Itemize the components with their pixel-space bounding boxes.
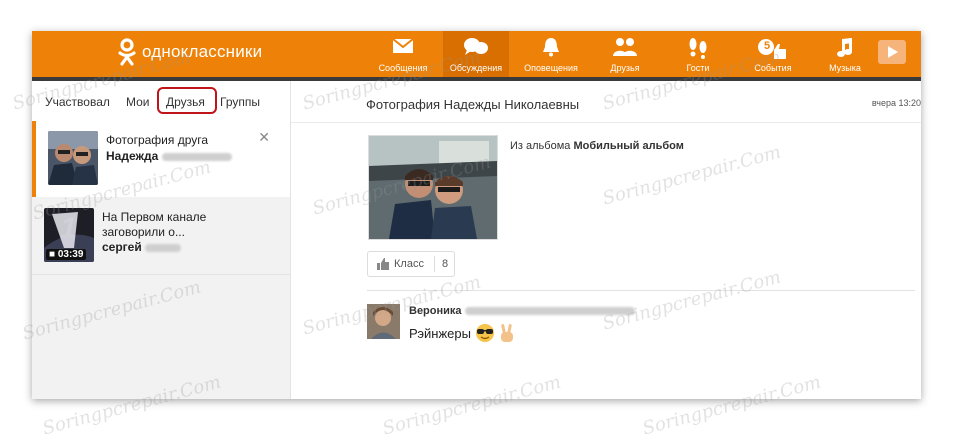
- nav-friends[interactable]: Друзья: [592, 31, 658, 77]
- video-play-icon[interactable]: [878, 40, 906, 64]
- post-timestamp: вчера 13:20: [871, 98, 921, 108]
- comment-text: Рэйнжеры: [409, 323, 515, 343]
- friends-icon: [613, 38, 637, 56]
- discussion-filter-tabs: Участвовал Мои Друзья Группы: [32, 81, 290, 121]
- nav-discussions-label: Обсуждения: [449, 63, 503, 73]
- events-badge: 5: [764, 40, 771, 52]
- nav-notifications-label: Оповещения: [524, 63, 578, 73]
- tab-friends-highlight: [157, 87, 217, 114]
- nav-messages[interactable]: Сообщения: [370, 31, 436, 77]
- nav-messages-label: Сообщения: [378, 63, 428, 73]
- close-icon[interactable]: ✕: [258, 129, 270, 146]
- discussion-title: Фотография друга: [106, 133, 209, 147]
- like-count: 8: [442, 258, 449, 270]
- tab-participated[interactable]: Участвовал: [45, 95, 110, 109]
- discussion-content: Фотография Надежды Николаевны вчера 13:2…: [291, 81, 921, 399]
- chat-bubbles-icon: [464, 38, 488, 55]
- album-info: Из альбома Мобильный альбом: [510, 140, 684, 152]
- tab-groups[interactable]: Группы: [220, 95, 260, 109]
- discussions-sidebar: Участвовал Мои Друзья Группы Фотография …: [32, 81, 291, 399]
- brand-logo[interactable]: одноклассники: [118, 38, 262, 66]
- video-duration: ■ 03:39: [46, 249, 87, 260]
- nav-events-label: События: [754, 63, 792, 73]
- nav-friends-label: Друзья: [610, 63, 640, 73]
- channel-logo: 1: [60, 212, 77, 245]
- brand-name: одноклассники: [142, 42, 263, 61]
- sunglasses-emoji-icon: [475, 324, 494, 342]
- nav-music-label: Музыка: [829, 63, 861, 73]
- nav-guests[interactable]: Гости: [665, 31, 731, 77]
- divider: [434, 256, 435, 272]
- video-thumbnail: 1 ■ 03:39: [44, 208, 94, 262]
- divider: [291, 122, 921, 123]
- nav-events[interactable]: 5 События: [740, 31, 806, 77]
- nav-discussions[interactable]: Обсуждения: [443, 31, 509, 77]
- top-navigation-bar: одноклассники Сообщения Обсуждения Опове…: [32, 31, 921, 77]
- thumb-up-icon: [377, 258, 389, 270]
- album-link[interactable]: Мобильный альбом: [573, 140, 683, 152]
- nav-music[interactable]: Музыка: [812, 31, 878, 77]
- tab-mine[interactable]: Мои: [126, 95, 150, 109]
- divider: [367, 290, 915, 291]
- bell-icon: [543, 38, 559, 57]
- discussion-item[interactable]: 1 ■ 03:39 На Первом канале заговорили о.…: [32, 198, 290, 275]
- discussion-thumbnail: [48, 131, 98, 185]
- nav-guests-label: Гости: [686, 63, 710, 73]
- discussion-item[interactable]: Фотография друга Надежда ✕: [32, 121, 290, 197]
- footprints-icon: [689, 38, 707, 59]
- page-title[interactable]: Фотография Надежды Николаевны: [366, 97, 579, 112]
- ok-logo-icon: [118, 38, 136, 66]
- like-label: Класс: [394, 258, 424, 270]
- thumb-up-icon: [758, 39, 786, 59]
- avatar[interactable]: [367, 304, 400, 339]
- app-window: одноклассники Сообщения Обсуждения Опове…: [32, 31, 921, 399]
- envelope-icon: [392, 38, 414, 53]
- discussion-title: На Первом канале заговорили о...: [102, 210, 207, 239]
- post-photo[interactable]: [368, 135, 498, 240]
- discussion-author: Надежда: [106, 149, 232, 163]
- music-note-icon: [837, 38, 852, 57]
- comment-author[interactable]: Вероника: [409, 305, 635, 317]
- like-button[interactable]: Класс 8: [367, 251, 455, 277]
- nav-notifications[interactable]: Оповещения: [518, 31, 584, 77]
- discussion-author: сергей: [102, 240, 182, 254]
- victory-hand-emoji-icon: [500, 324, 513, 342]
